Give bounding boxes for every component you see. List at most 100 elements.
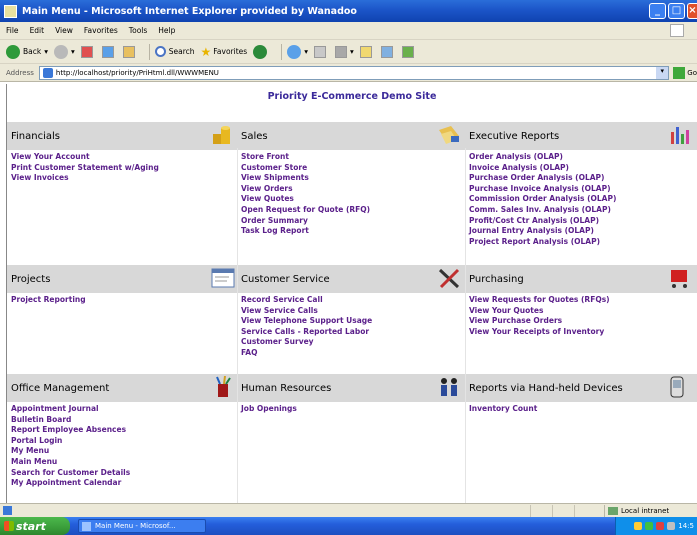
link-bulletin-board[interactable]: Bulletin Board bbox=[11, 415, 130, 426]
link-record-service-call[interactable]: Record Service Call bbox=[241, 295, 372, 306]
media-button[interactable] bbox=[253, 44, 270, 59]
stop-button[interactable] bbox=[80, 45, 96, 58]
sales-links: Store Front Customer Store View Shipment… bbox=[241, 152, 370, 237]
menu-tools[interactable]: Tools bbox=[129, 26, 147, 35]
link-task-log-report[interactable]: Task Log Report bbox=[241, 226, 370, 237]
bar-chart-icon bbox=[671, 127, 689, 144]
link-purchase-order-analysis[interactable]: Purchase Order Analysis (OLAP) bbox=[469, 173, 616, 184]
menu-help[interactable]: Help bbox=[158, 26, 175, 35]
minimize-button[interactable]: _ bbox=[649, 3, 666, 19]
search-button[interactable]: Search bbox=[154, 46, 195, 57]
link-project-report-analysis[interactable]: Project Report Analysis (OLAP) bbox=[469, 237, 616, 248]
link-faq[interactable]: FAQ bbox=[241, 348, 372, 359]
link-my-appointment-calendar[interactable]: My Appointment Calendar bbox=[11, 478, 130, 489]
link-view-invoices[interactable]: View Invoices bbox=[11, 173, 159, 184]
link-inventory-count[interactable]: Inventory Count bbox=[469, 404, 537, 415]
section-title-executive-reports: Executive Reports bbox=[469, 130, 560, 142]
forward-button[interactable]: ▾ bbox=[53, 44, 75, 59]
executive-reports-links: Order Analysis (OLAP) Invoice Analysis (… bbox=[469, 152, 616, 247]
link-report-employee-absences[interactable]: Report Employee Absences bbox=[11, 425, 130, 436]
people-icon bbox=[441, 378, 457, 396]
menu-edit[interactable]: Edit bbox=[30, 26, 45, 35]
window-title-bar[interactable]: Main Menu - Microsoft Internet Explorer … bbox=[0, 0, 697, 22]
link-project-reporting[interactable]: Project Reporting bbox=[11, 295, 86, 306]
section-header-band bbox=[7, 122, 697, 150]
ie-app-icon bbox=[4, 4, 17, 18]
link-journal-entry-analysis[interactable]: Journal Entry Analysis (OLAP) bbox=[469, 226, 616, 237]
messenger-button[interactable] bbox=[401, 45, 417, 58]
stop-icon bbox=[80, 45, 93, 58]
address-input[interactable]: http://localhost/priority/PriHtml.dll/WW… bbox=[38, 65, 670, 80]
link-customer-store[interactable]: Customer Store bbox=[241, 163, 370, 174]
menu-favorites[interactable]: Favorites bbox=[84, 26, 118, 35]
column-divider bbox=[237, 148, 238, 503]
link-job-openings[interactable]: Job Openings bbox=[241, 404, 297, 415]
link-search-customer-details[interactable]: Search for Customer Details bbox=[11, 468, 130, 479]
discuss-button[interactable] bbox=[380, 45, 396, 58]
back-dropdown-icon[interactable]: ▾ bbox=[44, 47, 48, 56]
link-service-calls-labor[interactable]: Service Calls - Reported Labor bbox=[241, 327, 372, 338]
clock[interactable]: 14:5 bbox=[678, 522, 694, 530]
projects-links: Project Reporting bbox=[11, 295, 86, 306]
link-view-your-account[interactable]: View Your Account bbox=[11, 152, 159, 163]
section-title-handheld: Reports via Hand-held Devices bbox=[469, 382, 623, 394]
link-view-quotes[interactable]: View Quotes bbox=[241, 194, 370, 205]
link-comm-sales-inv-analysis[interactable]: Comm. Sales Inv. Analysis (OLAP) bbox=[469, 205, 616, 216]
favorites-button[interactable]: ★ Favorites bbox=[201, 45, 248, 59]
link-open-rfq[interactable]: Open Request for Quote (RFQ) bbox=[241, 205, 370, 216]
link-profit-cost-ctr-analysis[interactable]: Profit/Cost Ctr Analysis (OLAP) bbox=[469, 216, 616, 227]
tray-antivirus-icon[interactable] bbox=[656, 522, 665, 530]
address-url[interactable]: http://localhost/priority/PriHtml.dll/WW… bbox=[56, 69, 219, 77]
link-view-your-quotes[interactable]: View Your Quotes bbox=[469, 306, 610, 317]
forward-dropdown-icon[interactable]: ▾ bbox=[71, 47, 75, 56]
page-icon bbox=[42, 67, 53, 78]
page-content: Priority E-Commerce Demo Site Financials… bbox=[6, 84, 697, 503]
link-view-service-calls[interactable]: View Service Calls bbox=[241, 306, 372, 317]
link-view-telephone-support[interactable]: View Telephone Support Usage bbox=[241, 316, 372, 327]
go-button[interactable]: Go bbox=[673, 66, 697, 79]
tray-network-icon[interactable] bbox=[634, 522, 643, 530]
print-button[interactable]: ▾ bbox=[334, 45, 354, 58]
status-cell bbox=[530, 505, 531, 517]
link-view-purchase-orders[interactable]: View Purchase Orders bbox=[469, 316, 610, 327]
menu-file[interactable]: File bbox=[6, 26, 19, 35]
tray-security-icon[interactable] bbox=[645, 522, 654, 530]
back-button[interactable]: Back ▾ bbox=[6, 44, 48, 59]
link-my-menu[interactable]: My Menu bbox=[11, 446, 130, 457]
refresh-button[interactable] bbox=[101, 45, 117, 58]
link-print-customer-statement[interactable]: Print Customer Statement w/Aging bbox=[11, 163, 159, 174]
link-view-rfqs[interactable]: View Requests for Quotes (RFQs) bbox=[469, 295, 610, 306]
link-store-front[interactable]: Store Front bbox=[241, 152, 370, 163]
link-order-analysis[interactable]: Order Analysis (OLAP) bbox=[469, 152, 616, 163]
link-order-summary[interactable]: Order Summary bbox=[241, 216, 370, 227]
system-tray: 14:5 bbox=[615, 517, 697, 535]
home-button[interactable] bbox=[122, 45, 138, 58]
maximize-button[interactable]: □ bbox=[668, 3, 685, 19]
mail-button[interactable] bbox=[313, 45, 329, 58]
toolbar: Back ▾ ▾ Search ★ Favorites ▾ ▾ bbox=[0, 40, 697, 64]
link-purchase-invoice-analysis[interactable]: Purchase Invoice Analysis (OLAP) bbox=[469, 184, 616, 195]
menu-view[interactable]: View bbox=[55, 26, 73, 35]
edit-button[interactable] bbox=[359, 45, 375, 58]
status-bar: Local intranet bbox=[0, 503, 697, 517]
back-arrow-icon bbox=[6, 44, 20, 59]
link-view-shipments[interactable]: View Shipments bbox=[241, 173, 370, 184]
link-customer-survey[interactable]: Customer Survey bbox=[241, 337, 372, 348]
history-button[interactable]: ▾ bbox=[287, 44, 308, 59]
history-dropdown-icon[interactable]: ▾ bbox=[304, 47, 308, 56]
address-dropdown-icon[interactable]: ▾ bbox=[656, 66, 669, 79]
link-main-menu[interactable]: Main Menu bbox=[11, 457, 130, 468]
security-zone: Local intranet bbox=[604, 505, 669, 517]
handheld-icon bbox=[670, 376, 684, 398]
start-button[interactable]: start bbox=[0, 517, 70, 535]
link-commission-order-analysis[interactable]: Commission Order Analysis (OLAP) bbox=[469, 194, 616, 205]
link-invoice-analysis[interactable]: Invoice Analysis (OLAP) bbox=[469, 163, 616, 174]
taskbar-item-main-menu[interactable]: Main Menu - Microsof... bbox=[78, 519, 206, 533]
link-appointment-journal[interactable]: Appointment Journal bbox=[11, 404, 130, 415]
link-portal-login[interactable]: Portal Login bbox=[11, 436, 130, 447]
print-dropdown-icon[interactable]: ▾ bbox=[350, 47, 354, 56]
link-view-orders[interactable]: View Orders bbox=[241, 184, 370, 195]
link-view-receipts-inventory[interactable]: View Your Receipts of Inventory bbox=[469, 327, 610, 338]
close-button[interactable]: × bbox=[687, 3, 697, 19]
tray-volume-icon[interactable] bbox=[667, 522, 676, 530]
